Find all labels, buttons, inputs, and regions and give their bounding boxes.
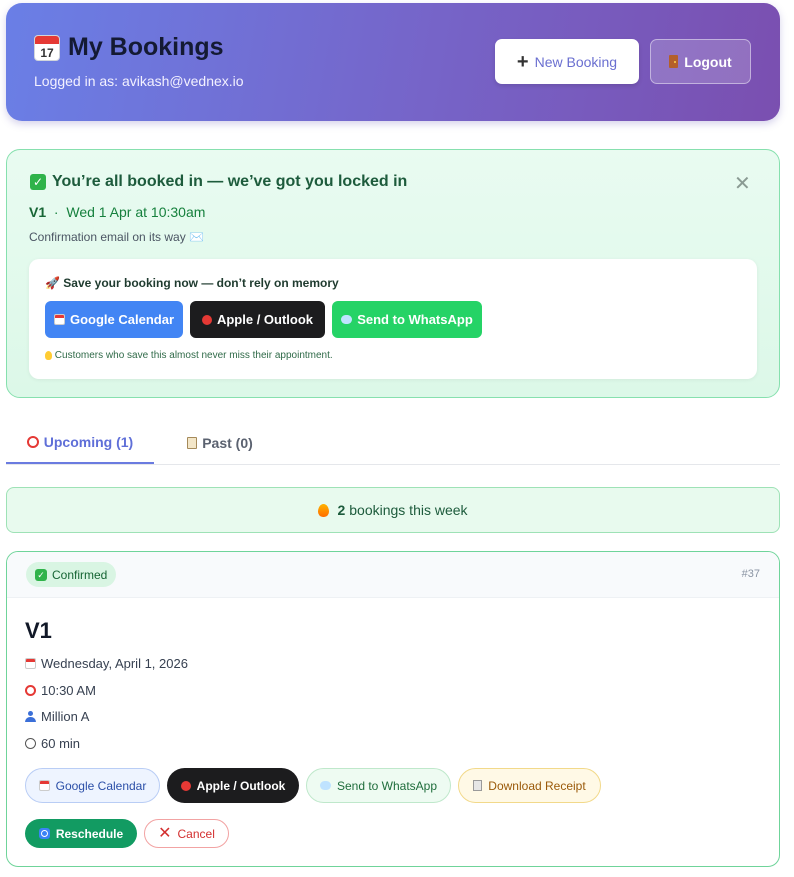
tab-upcoming-label: Upcoming (1): [43, 434, 134, 450]
speech-bubble-icon: [341, 315, 353, 324]
booking-date-text: Wednesday, April 1, 2026: [41, 656, 188, 671]
calendar-icon: [53, 314, 65, 325]
save-hint: Customers who save this almost never mis…: [45, 350, 333, 361]
booking-duration-text: 60 min: [41, 736, 81, 751]
booking-title: V1: [25, 618, 52, 643]
save-google-calendar-button[interactable]: Google Calendar: [45, 301, 183, 338]
door-icon: [669, 55, 679, 68]
success-service: V1: [29, 204, 47, 220]
logged-in-as: Logged in as: avikash@vednex.io: [34, 73, 244, 89]
status-badge: ✓ Confirmed: [26, 562, 117, 587]
speech-bubble-icon: [319, 781, 331, 790]
booking-tabs: Upcoming (1) Past (0): [6, 422, 780, 465]
google-calendar-label: Google Calendar: [55, 778, 147, 793]
success-booking-detail: V1 · Wed 1 Apr at 10:30am: [29, 204, 205, 220]
apple-icon: [180, 780, 191, 791]
booking-time-text: 10:30 AM: [41, 683, 96, 698]
booking-date: Wednesday, April 1, 2026: [25, 656, 188, 671]
week-text: bookings this week: [349, 502, 468, 518]
status-label: Confirmed: [52, 567, 108, 582]
alarm-clock-icon: [25, 685, 36, 696]
rocket-icon: 🚀: [45, 276, 60, 290]
booking-time: 10:30 AM: [25, 683, 96, 698]
refresh-icon: [38, 828, 50, 839]
calendar-icon: 17: [34, 34, 60, 61]
save-booking-title-text: Save your booking now — don’t rely on me…: [63, 276, 339, 290]
booking-staff: Million A: [25, 709, 89, 724]
close-icon: ✕: [158, 824, 172, 842]
save-apple-label: Apple / Outlook: [216, 312, 314, 327]
booking-id: #37: [741, 568, 760, 580]
page-title: 17 My Bookings: [34, 33, 224, 62]
save-google-label: Google Calendar: [69, 312, 175, 327]
booking-staff-text: Million A: [41, 709, 90, 724]
week-summary: 2 bookings this week: [6, 487, 780, 533]
plus-icon: +: [516, 50, 529, 73]
booking-duration: 60 min: [25, 736, 80, 751]
calendar-icon: [38, 780, 50, 791]
save-booking-title: 🚀 Save your booking now — don’t rely on …: [45, 276, 339, 290]
save-apple-outlook-button[interactable]: Apple / Outlook: [190, 301, 325, 338]
new-booking-label: New Booking: [534, 53, 618, 70]
save-hint-text: Customers who save this almost never mis…: [54, 350, 333, 361]
send-whatsapp-button[interactable]: Send to WhatsApp: [306, 768, 451, 803]
fire-icon: [318, 503, 330, 517]
download-receipt-label: Download Receipt: [488, 778, 586, 793]
apple-outlook-button[interactable]: Apple / Outlook: [167, 768, 299, 803]
cancel-button[interactable]: ✕ Cancel: [144, 819, 229, 848]
logout-label: Logout: [684, 53, 732, 70]
send-whatsapp-label: Send to WhatsApp: [336, 778, 438, 793]
lightbulb-icon: [45, 350, 52, 360]
tab-past-label: Past (0): [202, 435, 253, 451]
save-whatsapp-button[interactable]: Send to WhatsApp: [332, 301, 482, 338]
alarm-clock-icon: [26, 436, 39, 448]
calendar-icon: [25, 658, 36, 669]
apple-icon: [201, 314, 212, 325]
success-title-text: You’re all booked in — we’ve got you loc…: [52, 173, 408, 190]
clipboard-icon: [187, 437, 198, 449]
check-icon: ✓: [35, 568, 47, 581]
cancel-label: Cancel: [177, 826, 215, 841]
person-icon: [25, 711, 36, 722]
tab-upcoming[interactable]: Upcoming (1): [6, 422, 154, 464]
tab-past[interactable]: Past (0): [170, 422, 270, 464]
confirmation-note: Confirmation email on its way ✉️: [29, 230, 205, 244]
reschedule-button[interactable]: Reschedule: [25, 819, 137, 848]
receipt-icon: [473, 780, 483, 791]
week-count: 2: [337, 502, 346, 518]
apple-outlook-label: Apple / Outlook: [196, 778, 286, 793]
booking-success-banner: ✓ You’re all booked in — we’ve got you l…: [6, 149, 780, 398]
page-header: 17 My Bookings Logged in as: avikash@ved…: [6, 3, 780, 121]
close-icon[interactable]: ✕: [734, 174, 751, 194]
booking-card-header: ✓ Confirmed #37: [7, 552, 779, 598]
google-calendar-button[interactable]: Google Calendar: [25, 768, 160, 803]
check-icon: ✓: [30, 174, 46, 190]
success-title: ✓ You’re all booked in — we’ve got you l…: [30, 173, 407, 191]
success-when: Wed 1 Apr at 10:30am: [66, 204, 206, 220]
page-title-text: My Bookings: [68, 33, 224, 61]
success-separator: ·: [53, 204, 59, 220]
save-booking-card: 🚀 Save your booking now — don’t rely on …: [29, 259, 757, 379]
logout-button[interactable]: Logout: [650, 39, 751, 84]
new-booking-button[interactable]: + New Booking: [495, 39, 639, 84]
stopwatch-icon: [25, 738, 36, 749]
reschedule-label: Reschedule: [55, 826, 124, 841]
download-receipt-button[interactable]: Download Receipt: [458, 768, 601, 803]
booking-card: ✓ Confirmed #37 V1 Wednesday, April 1, 2…: [6, 551, 780, 867]
save-whatsapp-label: Send to WhatsApp: [357, 312, 473, 327]
